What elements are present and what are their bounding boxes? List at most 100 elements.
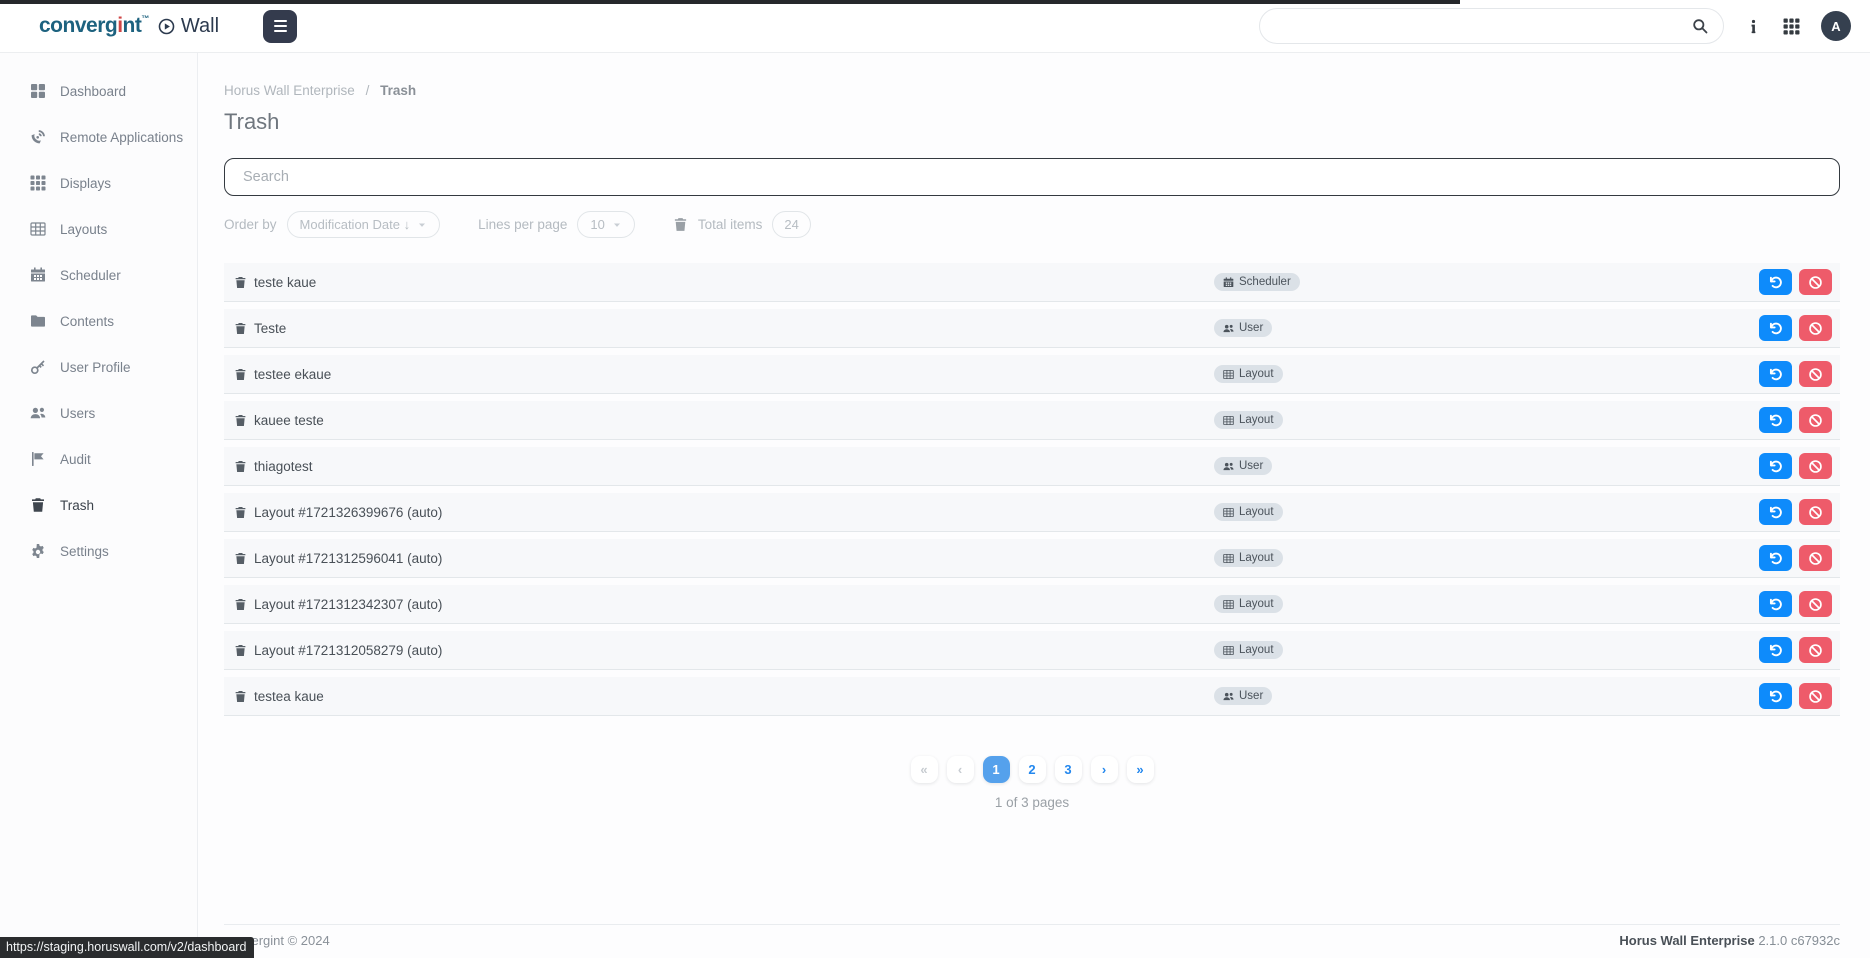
sidebar-item-contents[interactable]: Contents	[0, 298, 197, 344]
restore-button[interactable]	[1759, 637, 1792, 663]
sidebar-toggle-button[interactable]	[263, 10, 297, 43]
pagination-page-3[interactable]: 3	[1055, 756, 1082, 783]
pagination-page-2[interactable]: 2	[1019, 756, 1046, 783]
sidebar-item-scheduler[interactable]: Scheduler	[0, 252, 197, 298]
restore-undo-icon	[1768, 367, 1783, 382]
brand-product-label: Wall	[181, 15, 219, 38]
main-content: Horus Wall Enterprise / Trash Trash Orde…	[198, 53, 1870, 958]
global-search-input[interactable]	[1275, 18, 1692, 34]
delete-forever-button[interactable]	[1799, 361, 1832, 387]
delete-forever-button[interactable]	[1799, 591, 1832, 617]
trash-row: thiagotest User	[224, 447, 1840, 486]
sidebar-item-displays[interactable]: Displays	[0, 160, 197, 206]
item-type-badge: User	[1214, 687, 1272, 705]
play-circle-icon	[158, 18, 175, 35]
convergint-logo: convergint™	[39, 14, 149, 38]
restore-button[interactable]	[1759, 499, 1792, 525]
trash-icon	[234, 414, 247, 427]
sidebar-item-users[interactable]: Users	[0, 390, 197, 436]
sidebar-item-settings[interactable]: Settings	[0, 528, 197, 574]
table-cells-icon	[1223, 507, 1234, 518]
lines-per-page-select[interactable]: 10	[577, 211, 634, 238]
pagination-first-button: «	[911, 756, 938, 783]
restore-button[interactable]	[1759, 591, 1792, 617]
breadcrumb-current: Trash	[380, 83, 416, 98]
sidebar-item-label: Audit	[60, 452, 91, 467]
sidebar-item-user-profile[interactable]: User Profile	[0, 344, 197, 390]
restore-button[interactable]	[1759, 315, 1792, 341]
total-items-label: Total items	[698, 217, 763, 232]
sidebar-item-remote-applications[interactable]: Remote Applications	[0, 114, 197, 160]
trash-icon	[234, 644, 247, 657]
search-icon[interactable]	[1692, 18, 1708, 34]
delete-forever-button[interactable]	[1799, 407, 1832, 433]
trash-icon	[234, 276, 247, 289]
restore-button[interactable]	[1759, 545, 1792, 571]
pagination-page-1[interactable]: 1	[983, 756, 1010, 783]
trash-item-name: thiagotest	[234, 459, 313, 474]
restore-button[interactable]	[1759, 361, 1792, 387]
trash-row: Layout #1721312058279 (auto) Layout	[224, 631, 1840, 670]
sidebar-item-audit[interactable]: Audit	[0, 436, 197, 482]
trash-icon	[234, 460, 247, 473]
global-search-box[interactable]	[1259, 8, 1724, 44]
trash-search-input[interactable]	[224, 158, 1840, 196]
lines-per-page-label: Lines per page	[478, 217, 567, 232]
apps-menu-button[interactable]	[1783, 18, 1800, 35]
user-avatar[interactable]: A	[1821, 11, 1851, 41]
info-icon	[1746, 19, 1761, 34]
restore-undo-icon	[1768, 413, 1783, 428]
table-cells-icon	[1223, 553, 1234, 564]
restore-button[interactable]	[1759, 269, 1792, 295]
gear-icon	[30, 543, 46, 559]
delete-forever-button[interactable]	[1799, 499, 1832, 525]
trash-item-name: Layout #1721312596041 (auto)	[234, 551, 442, 566]
pagination-next-button[interactable]: ›	[1091, 756, 1118, 783]
sidebar-nav: Dashboard Remote Applications Displays L…	[0, 53, 198, 958]
order-by-select[interactable]: Modification Date ↓	[287, 211, 441, 238]
ban-icon	[1808, 413, 1823, 428]
item-type-badge: Layout	[1214, 641, 1283, 659]
pagination-last-button[interactable]: »	[1127, 756, 1154, 783]
key-icon	[30, 359, 46, 375]
table-cells-icon	[1223, 645, 1234, 656]
grid-3x3-icon	[30, 175, 46, 191]
sidebar-item-layouts[interactable]: Layouts	[0, 206, 197, 252]
trash-row: testee ekaue Layout	[224, 355, 1840, 394]
sidebar-item-trash[interactable]: Trash	[0, 482, 197, 528]
ban-icon	[1808, 275, 1823, 290]
satellite-dish-icon	[30, 129, 46, 145]
restore-button[interactable]	[1759, 407, 1792, 433]
delete-forever-button[interactable]	[1799, 453, 1832, 479]
grid-2x2-icon	[30, 83, 46, 99]
pagination-prev-button: ‹	[947, 756, 974, 783]
breadcrumb: Horus Wall Enterprise / Trash	[224, 83, 1840, 98]
delete-forever-button[interactable]	[1799, 683, 1832, 709]
breadcrumb-root-link[interactable]: Horus Wall Enterprise	[224, 83, 355, 98]
item-type-badge: Layout	[1214, 411, 1283, 429]
restore-undo-icon	[1768, 643, 1783, 658]
restore-undo-icon	[1768, 459, 1783, 474]
delete-forever-button[interactable]	[1799, 637, 1832, 663]
sidebar-item-label: Dashboard	[60, 84, 126, 99]
trash-row: testea kaue User	[224, 677, 1840, 716]
sidebar-item-label: Scheduler	[60, 268, 121, 283]
restore-undo-icon	[1768, 275, 1783, 290]
delete-forever-button[interactable]	[1799, 545, 1832, 571]
delete-forever-button[interactable]	[1799, 315, 1832, 341]
delete-forever-button[interactable]	[1799, 269, 1832, 295]
table-cells-icon	[30, 221, 46, 237]
ban-icon	[1808, 367, 1823, 382]
restore-button[interactable]	[1759, 683, 1792, 709]
trash-row: Layout #1721312596041 (auto) Layout	[224, 539, 1840, 578]
restore-button[interactable]	[1759, 453, 1792, 479]
item-type-badge: Layout	[1214, 595, 1283, 613]
trash-item-name: teste kaue	[234, 275, 316, 290]
trash-row: Teste User	[224, 309, 1840, 348]
sidebar-item-dashboard[interactable]: Dashboard	[0, 68, 197, 114]
calendar-icon	[30, 267, 46, 283]
info-button[interactable]	[1746, 19, 1761, 34]
browser-top-strip	[0, 0, 1460, 4]
footer-version: Horus Wall Enterprise 2.1.0 c67932c	[1619, 933, 1840, 948]
trash-icon	[234, 690, 247, 703]
